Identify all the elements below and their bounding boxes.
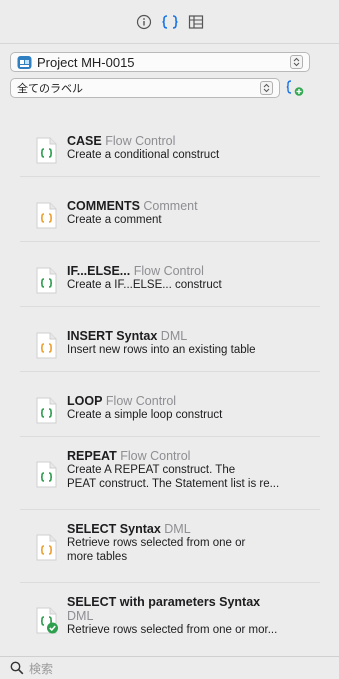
filter-selectors: Project MH-0015 全てのラベル [0,44,339,104]
snippet-description: Create a simple loop construct [67,409,223,421]
snippet-category: Flow Control [120,449,191,463]
snippet-category: Flow Control [133,264,204,278]
snippet-name: LOOP [67,394,103,408]
snippet-file-icon [36,267,57,294]
inspector-toolbar [0,0,339,44]
snippet-category: Flow Control [105,394,177,408]
snippet-description: Retrieve rows selected from one or mor..… [67,624,278,636]
snippet-description: Insert new rows into an existing table [67,344,256,356]
snippet-file-icon [36,202,57,229]
snippet-category: DML [164,522,191,536]
chevron-updown-icon [290,55,303,69]
info-icon[interactable] [135,13,153,31]
snippet-category: DML [160,329,188,343]
snippet-name: IF...ELSE... [67,264,131,278]
snippet-category: Comment [143,199,198,213]
snippet-file-icon [36,332,57,359]
project-selector-value: Project MH-0015 [37,54,135,70]
snippet-item-select-with-parameters[interactable]: SELECT with parameters Syntax DML Retrie… [20,583,320,646]
snippet-list: CASE Flow Control Create a conditional c… [20,112,320,646]
snippet-description: Create a conditional construct [67,149,220,161]
snippet-category: Flow Control [105,134,176,148]
snippet-item-select[interactable]: SELECT Syntax DML Retrieve rows selected… [20,510,320,583]
snippet-name: SELECT Syntax [67,522,161,536]
chevron-updown-icon [260,81,273,95]
columns-icon[interactable] [187,13,205,31]
snippet-file-icon [36,607,58,634]
search-field[interactable]: 検索 [0,656,339,679]
snippet-name: INSERT Syntax [67,329,158,343]
snippet-file-icon [36,137,57,164]
project-selector[interactable]: Project MH-0015 [10,52,310,72]
snippet-item-case[interactable]: CASE Flow Control Create a conditional c… [20,112,320,177]
snippet-description: Create a comment [67,214,162,226]
snippet-description: Create a IF...ELSE... construct [67,279,222,291]
label-selector[interactable]: 全てのラベル [10,78,280,98]
snippet-name: SELECT with parameters Syntax [67,595,261,609]
snippet-name: CASE [67,134,102,148]
snippet-file-icon [36,534,57,561]
snippet-description: Retrieve rows selected from one or [67,537,246,549]
search-icon [10,661,24,675]
snippet-category: DML [67,609,94,623]
snippet-description: PEAT construct. The Statement list is re… [67,478,280,490]
snippet-name: COMMENTS [67,199,140,213]
snippet-file-icon [36,461,57,488]
snippet-item-repeat[interactable]: REPEAT Flow Control Create A REPEAT cons… [20,437,320,510]
snippet-description: Create A REPEAT construct. The [67,464,236,476]
search-placeholder: 検索 [29,661,54,676]
braces-icon[interactable] [161,13,179,31]
snippet-item-if-else[interactable]: IF...ELSE... Flow Control Create a IF...… [20,242,320,307]
snippet-item-loop[interactable]: LOOP Flow Control Create a simple loop c… [20,372,320,437]
label-selector-value: 全てのラベル [17,83,83,95]
snippets-panel: Project MH-0015 全てのラベル CASE Flow Control… [0,0,339,679]
project-icon [17,55,32,69]
snippet-item-comments[interactable]: COMMENTS Comment Create a comment [20,177,320,242]
snippet-name: REPEAT [67,449,117,463]
snippet-description: more tables [67,551,128,563]
snippet-file-icon [36,397,57,424]
add-snippet-icon[interactable] [286,79,304,97]
snippet-item-insert[interactable]: INSERT Syntax DML Insert new rows into a… [20,307,320,372]
